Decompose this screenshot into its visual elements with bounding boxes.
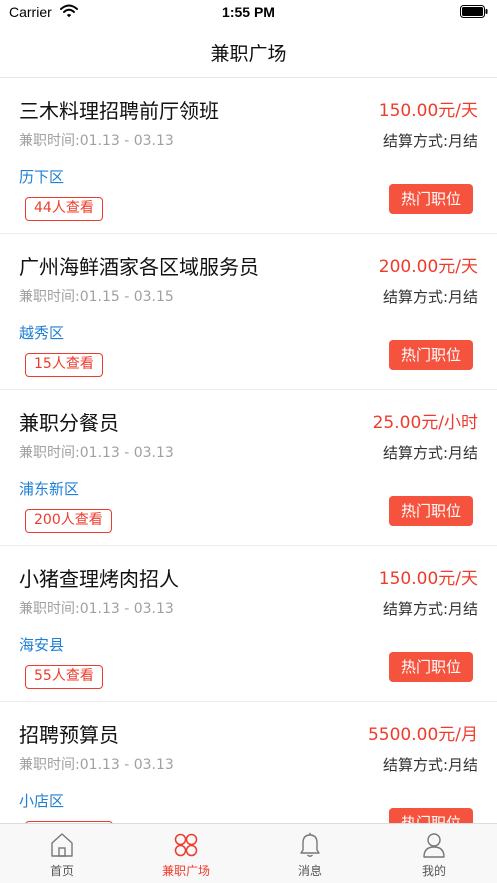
job-period: 兼职时间:01.13 - 03.13 — [19, 601, 174, 617]
job-card[interactable]: 兼职分餐员 25.00元/小时 兼职时间:01.13 - 03.13 结算方式:… — [0, 390, 497, 546]
job-district: 海安县 — [19, 636, 65, 654]
app-screen: Carrier 1:55 PM 兼职广场 三木料理招聘前厅领班 150.00元/… — [0, 0, 497, 883]
job-district: 越秀区 — [19, 324, 65, 342]
status-time: 1:55 PM — [222, 4, 275, 20]
tab-messages[interactable]: 消息 — [248, 824, 372, 883]
battery-icon — [460, 5, 488, 18]
tab-label: 首页 — [49, 864, 74, 878]
job-card[interactable]: 招聘预算员 5500.00元/月 兼职时间:01.13 - 03.13 结算方式… — [0, 702, 497, 823]
job-period: 兼职时间:01.15 - 03.15 — [19, 289, 174, 305]
job-settlement: 结算方式:月结 — [382, 288, 478, 306]
job-salary: 25.00元/小时 — [372, 413, 478, 433]
job-card[interactable]: 广州海鲜酒家各区域服务员 200.00元/天 兼职时间:01.15 - 03.1… — [0, 234, 497, 390]
hot-job-button[interactable]: 热门职位 — [389, 184, 473, 214]
job-settlement: 结算方式:月结 — [382, 444, 478, 462]
tab-job-square[interactable]: 兼职广场 — [124, 824, 248, 883]
job-settlement: 结算方式:月结 — [382, 600, 478, 618]
job-district: 历下区 — [19, 168, 65, 186]
tab-profile[interactable]: 我的 — [372, 824, 496, 883]
job-settlement: 结算方式:月结 — [382, 132, 478, 150]
hot-job-button[interactable]: 热门职位 — [389, 808, 473, 823]
job-district: 浦东新区 — [19, 480, 80, 498]
tab-label: 兼职广场 — [161, 864, 210, 878]
tab-bar: 首页 兼职广场 消息 我的 — [0, 823, 497, 883]
job-settlement: 结算方式:月结 — [382, 756, 478, 774]
tab-label: 消息 — [297, 864, 322, 878]
view-count-badge: 44人查看 — [25, 197, 103, 221]
hot-job-button[interactable]: 热门职位 — [389, 496, 473, 526]
job-card[interactable]: 三木料理招聘前厅领班 150.00元/天 兼职时间:01.13 - 03.13 … — [0, 78, 497, 234]
hot-job-button[interactable]: 热门职位 — [389, 652, 473, 682]
job-period: 兼职时间:01.13 - 03.13 — [19, 445, 174, 461]
job-period: 兼职时间:01.13 - 03.13 — [19, 133, 174, 149]
view-count-badge: 15人查看 — [25, 353, 103, 377]
job-salary: 200.00元/天 — [378, 257, 478, 277]
job-district: 小店区 — [19, 792, 65, 810]
job-title: 兼职分餐员 — [19, 411, 119, 435]
status-bar: Carrier 1:55 PM — [0, 0, 497, 26]
job-card[interactable]: 小猪查理烤肉招人 150.00元/天 兼职时间:01.13 - 03.13 结算… — [0, 546, 497, 702]
user-icon — [423, 833, 445, 858]
job-salary: 150.00元/天 — [378, 101, 478, 121]
tab-home[interactable]: 首页 — [0, 824, 124, 883]
navigation-bar: 兼职广场 — [0, 26, 497, 78]
tab-label: 我的 — [421, 864, 446, 878]
grid-circles-icon — [174, 833, 198, 857]
job-title: 招聘预算员 — [19, 723, 119, 747]
job-salary: 5500.00元/月 — [367, 725, 478, 745]
job-title: 三木料理招聘前厅领班 — [19, 99, 219, 123]
job-salary: 150.00元/天 — [378, 569, 478, 589]
job-title: 小猪查理烤肉招人 — [19, 567, 179, 591]
view-count-badge: 55人查看 — [25, 665, 103, 689]
page-title: 兼职广场 — [210, 43, 287, 65]
hot-job-button[interactable]: 热门职位 — [389, 340, 473, 370]
job-period: 兼职时间:01.13 - 03.13 — [19, 757, 174, 773]
home-icon — [51, 833, 73, 857]
bell-icon — [300, 832, 320, 857]
job-list[interactable]: 三木料理招聘前厅领班 150.00元/天 兼职时间:01.13 - 03.13 … — [0, 78, 497, 823]
view-count-badge: 200人查看 — [25, 509, 112, 533]
job-title: 广州海鲜酒家各区域服务员 — [19, 255, 259, 279]
